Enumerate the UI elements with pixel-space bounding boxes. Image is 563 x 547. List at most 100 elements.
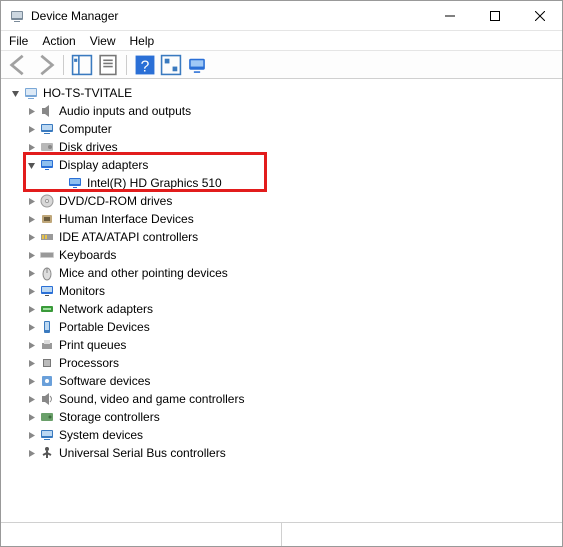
hid-icon [39,211,55,227]
minimize-button[interactable] [427,1,472,30]
tree-node-software-devices[interactable]: Software devices [3,372,562,390]
app-icon [9,8,25,24]
dvd-icon [39,193,55,209]
tree-node-label: Storage controllers [59,410,160,424]
show-hide-tree-button[interactable] [70,54,94,76]
storage-icon [39,409,55,425]
tree-node-label: HO-TS-TVITALE [43,86,132,100]
tree-node-label: Software devices [59,374,150,388]
expand-toggle[interactable] [23,197,39,206]
tree-node-label: Computer [59,122,112,136]
tree-node-portable-devices[interactable]: Portable Devices [3,318,562,336]
mouse-icon [39,265,55,281]
portable-icon [39,319,55,335]
tree-node-intel-r-hd-graphics-510[interactable]: Intel(R) HD Graphics 510 [3,174,562,192]
disk-icon [39,139,55,155]
expand-toggle[interactable] [23,143,39,152]
collapse-toggle[interactable] [23,161,39,170]
tree-node-label: Print queues [59,338,126,352]
scan-hardware-button[interactable] [159,54,183,76]
maximize-button[interactable] [472,1,517,30]
menubar: File Action View Help [1,31,562,51]
menu-view[interactable]: View [90,34,116,48]
tree-node-ide-ata-atapi-controllers[interactable]: IDE ATA/ATAPI controllers [3,228,562,246]
tree-node-human-interface-devices[interactable]: Human Interface Devices [3,210,562,228]
collapse-toggle[interactable] [7,89,23,98]
tree-node-audio-inputs-and-outputs[interactable]: Audio inputs and outputs [3,102,562,120]
audio-icon [39,103,55,119]
tree-node-dvd-cd-rom-drives[interactable]: DVD/CD-ROM drives [3,192,562,210]
tree-node-root[interactable]: HO-TS-TVITALE [3,84,562,102]
expand-toggle[interactable] [23,287,39,296]
tree-node-monitors[interactable]: Monitors [3,282,562,300]
tree-node-sound-video-and-game-controllers[interactable]: Sound, video and game controllers [3,390,562,408]
tree-node-universal-serial-bus-controllers[interactable]: Universal Serial Bus controllers [3,444,562,462]
expand-toggle[interactable] [23,251,39,260]
tree-node-label: Disk drives [59,140,118,154]
menu-help[interactable]: Help [130,34,155,48]
forward-button[interactable] [33,54,57,76]
tree-node-display-adapters[interactable]: Display adapters [3,156,562,174]
help-button[interactable]: ? [133,54,157,76]
toolbar-separator [126,55,127,75]
status-cell [282,523,562,546]
back-button[interactable] [7,54,31,76]
expand-toggle[interactable] [23,269,39,278]
sound-icon [39,391,55,407]
keyboard-icon [39,247,55,263]
content-area: HO-TS-TVITALE Audio inputs and outputs Com… [1,79,562,522]
devices-view-button[interactable] [185,54,209,76]
tree-node-storage-controllers[interactable]: Storage controllers [3,408,562,426]
computer-icon [39,121,55,137]
expand-toggle[interactable] [23,323,39,332]
tree-node-label: Portable Devices [59,320,150,334]
tree-node-label: DVD/CD-ROM drives [59,194,172,208]
ide-icon [39,229,55,245]
expand-toggle[interactable] [23,215,39,224]
expand-toggle[interactable] [23,377,39,386]
tree-node-network-adapters[interactable]: Network adapters [3,300,562,318]
tree-node-label: Audio inputs and outputs [59,104,191,118]
tree-node-label: IDE ATA/ATAPI controllers [59,230,198,244]
expand-toggle[interactable] [23,395,39,404]
expand-toggle[interactable] [23,125,39,134]
menu-action[interactable]: Action [42,34,75,48]
properties-button[interactable] [96,54,120,76]
tree-node-label: Display adapters [59,158,148,172]
expand-toggle[interactable] [23,341,39,350]
tree-node-computer[interactable]: Computer [3,120,562,138]
tree-node-keyboards[interactable]: Keyboards [3,246,562,264]
network-icon [39,301,55,317]
tree-node-mice-and-other-pointing-devices[interactable]: Mice and other pointing devices [3,264,562,282]
tree-node-label: Network adapters [59,302,153,316]
display-icon [67,175,83,191]
titlebar: Device Manager [1,1,562,31]
expand-toggle[interactable] [23,359,39,368]
tree-node-label: Sound, video and game controllers [59,392,244,406]
tree-node-processors[interactable]: Processors [3,354,562,372]
expand-toggle[interactable] [23,449,39,458]
root-icon [23,85,39,101]
system-icon [39,427,55,443]
tree-node-print-queues[interactable]: Print queues [3,336,562,354]
expand-toggle[interactable] [23,431,39,440]
monitor-icon [39,283,55,299]
expand-toggle[interactable] [23,107,39,116]
tree-node-label: Universal Serial Bus controllers [59,446,226,460]
printer-icon [39,337,55,353]
expand-toggle[interactable] [23,233,39,242]
tree-node-system-devices[interactable]: System devices [3,426,562,444]
close-button[interactable] [517,1,562,30]
tree-node-label: Keyboards [59,248,116,262]
svg-text:?: ? [141,58,150,75]
software-icon [39,373,55,389]
tree-node-label: Intel(R) HD Graphics 510 [87,176,222,190]
expand-toggle[interactable] [23,305,39,314]
tree-node-disk-drives[interactable]: Disk drives [3,138,562,156]
tree-node-label: Processors [59,356,119,370]
expand-toggle[interactable] [23,413,39,422]
menu-file[interactable]: File [9,34,28,48]
display-icon [39,157,55,173]
device-tree[interactable]: HO-TS-TVITALE Audio inputs and outputs Com… [1,80,562,522]
statusbar [1,522,562,546]
